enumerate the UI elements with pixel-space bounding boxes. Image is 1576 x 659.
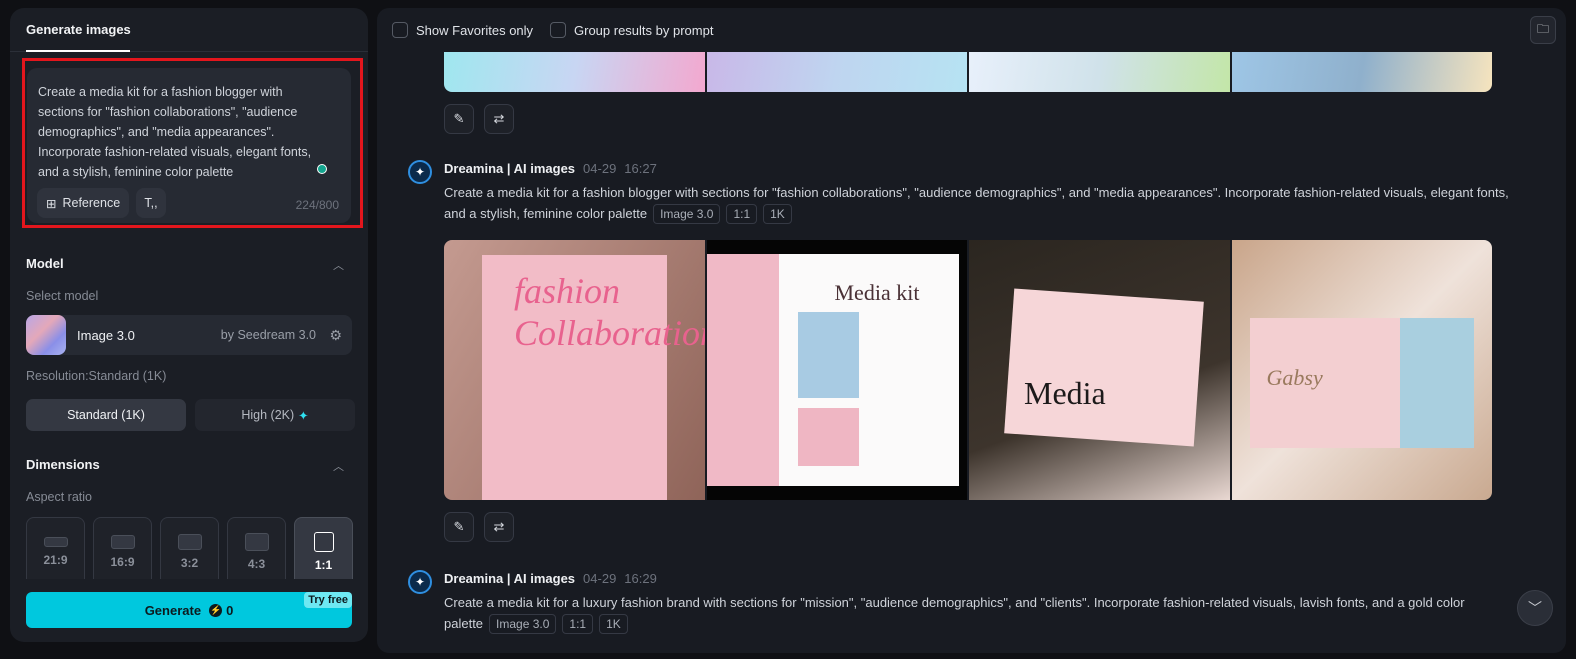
aspect-ratio-label: Aspect ratio <box>26 490 93 504</box>
model-name: Image 3.0 <box>77 328 135 343</box>
result-time: 16:27 <box>624 161 657 176</box>
regenerate-button[interactable]: ⇄ <box>484 512 514 542</box>
select-model-label: Select model <box>26 289 99 303</box>
resolution-high-button[interactable]: High (2K) ✦ <box>195 399 355 431</box>
model-tag: Image 3.0 <box>653 204 721 224</box>
ratio-label: 1:1 <box>314 558 333 572</box>
brochure-shape <box>1004 288 1204 447</box>
repeat-icon: ⇄ <box>493 111 505 126</box>
panel-shape <box>1399 318 1474 448</box>
ratio-shape-icon <box>110 535 135 549</box>
result-image-media-kit[interactable]: Media kit <box>706 240 967 500</box>
result-prompt: Create a media kit for a fashion blogger… <box>444 182 1519 224</box>
photo-shape <box>797 312 859 398</box>
resolution-tag: 1K <box>599 614 628 634</box>
model-provider: by Seedream 3.0 <box>220 328 316 342</box>
chevron-up-icon[interactable]: ︿ <box>333 257 344 273</box>
result-author: Dreamina | AI images 04-29 16:27 <box>444 161 657 176</box>
ratio-label: 21:9 <box>43 553 68 567</box>
ratio-tag: 1:1 <box>562 614 594 634</box>
model-heading: Model <box>26 256 64 271</box>
author-name: Dreamina | AI images <box>444 161 576 176</box>
results-panel: Show Favorites only Group results by pro… <box>377 8 1566 653</box>
image-text: Gabsy <box>1266 365 1323 390</box>
ratio-shape-icon <box>43 537 68 547</box>
sparkle-icon: ✦ <box>298 408 309 423</box>
aspect-ratio-1-1[interactable]: 1:1 <box>294 517 353 579</box>
favorites-label: Show Favorites only <box>416 22 534 38</box>
aspect-ratio-4-3[interactable]: 4:3 <box>227 517 286 579</box>
credit-count: 0 <box>226 602 234 618</box>
res-high-label: High (2K) <box>241 408 295 422</box>
result-date: 04-29 <box>583 161 617 176</box>
result-image-brochure[interactable]: Media <box>969 240 1230 500</box>
checkbox-icon <box>550 22 566 38</box>
generate-button[interactable]: Generate ⚡ 0 Try free <box>26 592 352 628</box>
result-time: 16:29 <box>624 571 657 586</box>
try-free-badge: Try free <box>304 592 352 608</box>
ratio-shape-icon <box>244 533 269 551</box>
ratio-shape-icon <box>177 534 202 550</box>
model-selector[interactable]: Image 3.0 by Seedream 3.0 ⚙ <box>26 315 352 355</box>
pencil-icon: ✎ <box>453 111 465 126</box>
model-tag: Image 3.0 <box>489 614 557 634</box>
dreamina-avatar-icon: ✦ <box>408 570 432 594</box>
model-thumbnail <box>26 315 66 355</box>
result-date: 04-29 <box>583 571 617 586</box>
result-images: fashion Collaborations Media kit Media G… <box>444 240 1492 500</box>
settings-sliders-icon[interactable]: ⚙ <box>329 327 342 344</box>
repeat-icon: ⇄ <box>493 519 505 534</box>
prompt-text: Create a media kit for a fashion blogger… <box>444 185 1509 221</box>
resolution-label: Resolution:Standard (1K) <box>26 369 167 383</box>
folder-icon[interactable]: 🗀 <box>1530 16 1556 44</box>
chevron-up-icon[interactable]: ︿ <box>333 458 344 474</box>
result-image[interactable] <box>1231 52 1492 92</box>
result-image[interactable] <box>706 52 967 92</box>
result-image-trifold[interactable]: Gabsy <box>1231 240 1492 500</box>
generate-label: Generate <box>144 602 202 618</box>
chevron-down-icon: ﹀ <box>1528 600 1542 616</box>
dimensions-heading: Dimensions <box>26 457 100 472</box>
image-text: Media kit <box>834 280 920 305</box>
prompt-text: Create a media kit for a luxury fashion … <box>444 595 1465 631</box>
result-prompt: Create a media kit for a luxury fashion … <box>444 592 1494 634</box>
credit-icon: ⚡ <box>209 603 223 617</box>
image-text: Media <box>1024 375 1106 411</box>
previous-results-images <box>444 52 1492 92</box>
pencil-icon: ✎ <box>453 519 465 534</box>
aspect-ratio-16-9[interactable]: 16:9 <box>93 517 152 579</box>
photo-shape <box>797 408 859 466</box>
aspect-ratio-3-2[interactable]: 3:2 <box>160 517 219 579</box>
ratio-label: 16:9 <box>110 555 135 569</box>
dreamina-avatar-icon: ✦ <box>408 160 432 184</box>
scroll-down-button[interactable]: ﹀ <box>1517 590 1553 626</box>
tab-generate-images[interactable]: Generate images <box>26 22 131 37</box>
regenerate-button[interactable]: ⇄ <box>484 104 514 134</box>
result-author: Dreamina | AI images 04-29 16:29 <box>444 571 657 586</box>
group-by-prompt-checkbox[interactable]: Group results by prompt <box>550 22 713 38</box>
resolution-standard-button[interactable]: Standard (1K) <box>26 399 186 431</box>
ratio-label: 3:2 <box>180 556 199 570</box>
edit-button[interactable]: ✎ <box>444 512 474 542</box>
checkbox-icon <box>392 22 408 38</box>
tab-bar: Generate images <box>10 8 368 52</box>
author-name: Dreamina | AI images <box>444 571 576 586</box>
result-image[interactable] <box>444 52 705 92</box>
resolution-tag: 1K <box>763 204 792 224</box>
image-text: fashion Collaborations <box>514 271 705 353</box>
highlight-box <box>22 58 363 228</box>
panel-shape <box>706 254 779 486</box>
aspect-ratio-21-9[interactable]: 21:9 <box>26 517 85 579</box>
generate-panel: Generate images Create a media kit for a… <box>10 8 368 642</box>
edit-button[interactable]: ✎ <box>444 104 474 134</box>
ratio-tag: 1:1 <box>726 204 758 224</box>
result-image-poster[interactable]: fashion Collaborations <box>444 240 705 500</box>
res-standard-label: Standard (1K) <box>67 408 145 422</box>
ratio-label: 4:3 <box>247 557 266 571</box>
show-favorites-checkbox[interactable]: Show Favorites only <box>392 22 533 38</box>
result-image[interactable] <box>969 52 1230 92</box>
group-label: Group results by prompt <box>574 22 714 38</box>
tab-underline <box>26 50 130 52</box>
ratio-shape-icon <box>313 532 334 552</box>
